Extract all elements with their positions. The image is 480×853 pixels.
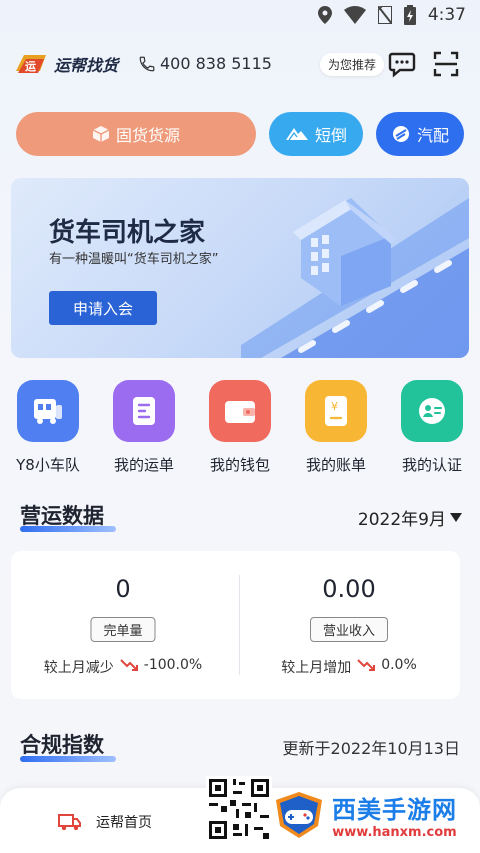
banner-title: 货车司机之家 — [49, 218, 206, 248]
revenue-compare: 较上月增加 0.0% — [237, 657, 461, 677]
operations-title: 营运数据 — [20, 504, 104, 528]
quick-label: 我的账单 — [305, 456, 366, 474]
quick-icon-bg — [17, 380, 79, 442]
hotline-number: 400 838 5115 — [160, 54, 272, 73]
id-card-icon — [419, 398, 445, 424]
cargo-source-label: 固货货源 — [115, 126, 180, 145]
revenue-tag: 营业收入 — [309, 617, 389, 642]
qr-code — [206, 776, 272, 842]
quick-icon-bg — [113, 380, 175, 442]
hotline[interactable]: 400 838 5115 — [138, 54, 272, 73]
month-selector[interactable]: 2022年9月 — [358, 505, 462, 530]
auto-parts-button[interactable]: 汽配 — [376, 112, 464, 156]
compare-value: -100.0% — [143, 657, 203, 673]
completed-orders-stat: 0 完单量 较上月减少 -100.0% — [11, 551, 235, 699]
compare-value: 0.0% — [381, 657, 417, 673]
battery-icon — [403, 5, 416, 25]
month-value: 2022年9月 — [357, 510, 446, 530]
logo-mark-icon: 运 — [16, 55, 46, 73]
apply-membership-button[interactable]: 申请入会 — [49, 291, 157, 325]
quick-item-fleet[interactable]: Y8小车队 — [0, 380, 96, 475]
completed-value: 0 — [115, 575, 131, 603]
app-logo: 运 运帮找货 — [14, 52, 118, 76]
truck-fleet-icon — [34, 399, 62, 424]
promo-banner[interactable]: 货车司机之家 有一种温暖叫“货车司机之家” 申请入会 — [11, 178, 469, 358]
waybill-icon — [133, 397, 155, 425]
auto-parts-label: 汽配 — [416, 126, 449, 145]
truck-icon — [58, 814, 81, 831]
box-icon — [92, 126, 110, 142]
quick-label: 我的运单 — [113, 456, 174, 474]
wifi-icon — [343, 6, 366, 24]
quick-item-wallet[interactable]: 我的钱包 — [192, 380, 288, 475]
status-icons: 4:37 — [317, 5, 466, 25]
bill-icon: ¥ — [325, 396, 347, 426]
compare-label: 较上月增加 — [281, 660, 352, 676]
scan-icon[interactable] — [432, 50, 460, 78]
short-haul-button[interactable]: 短倒 — [269, 112, 363, 156]
operations-card: 0 完单量 较上月减少 -100.0% 0.00 营业收入 较上月增加 0.0% — [11, 551, 460, 699]
auto-parts-icon — [392, 126, 409, 142]
gamepad-shield-icon — [276, 792, 322, 838]
watermark-title: 西美手游网 — [332, 796, 457, 824]
status-bar: 4:37 — [0, 0, 480, 34]
house-road-illustration — [241, 198, 469, 358]
completed-tag: 完单量 — [90, 617, 156, 642]
location-icon — [317, 6, 332, 24]
trend-down-icon — [357, 659, 376, 671]
recommend-button[interactable]: 为您推荐 — [320, 53, 385, 76]
watermark: 西美手游网 www.hanxm.com — [272, 790, 457, 840]
compliance-title: 合规指数 — [20, 733, 104, 757]
svg-text:运: 运 — [25, 60, 36, 73]
quick-item-waybill[interactable]: 我的运单 — [96, 380, 192, 475]
quick-icon-bg: ¥ — [305, 380, 367, 442]
logo-text: 运帮找货 — [54, 56, 119, 75]
revenue-value: 0.00 — [322, 575, 376, 603]
svg-text:¥: ¥ — [331, 400, 338, 413]
completed-compare: 较上月减少 -100.0% — [11, 657, 235, 677]
short-haul-label: 短倒 — [314, 126, 347, 145]
quick-item-bill[interactable]: ¥ 我的账单 — [288, 380, 384, 475]
status-time: 4:37 — [427, 5, 466, 25]
quick-label: 我的认证 — [401, 456, 462, 474]
top-header: 运 运帮找货 400 838 5115 为您推荐 — [14, 48, 466, 82]
wallet-icon — [225, 401, 255, 423]
cargo-source-button[interactable]: 固货货源 — [16, 112, 256, 156]
watermark-url: www.hanxm.com — [332, 825, 457, 840]
nav-home-label: 运帮首页 — [96, 815, 152, 831]
quick-icon-bg — [401, 380, 463, 442]
no-sim-icon — [377, 6, 392, 24]
quick-label: Y8小车队 — [16, 456, 80, 474]
message-icon[interactable] — [388, 50, 416, 78]
revenue-stat: 0.00 营业收入 较上月增加 0.0% — [237, 551, 461, 699]
quick-item-certification[interactable]: 我的认证 — [384, 380, 480, 475]
phone-icon — [139, 56, 155, 71]
compare-label: 较上月减少 — [43, 660, 114, 676]
trend-down-icon — [120, 659, 138, 671]
caret-down-icon — [450, 512, 462, 522]
quick-label: 我的钱包 — [209, 456, 270, 474]
short-haul-icon — [285, 128, 308, 141]
quick-icon-bg — [209, 380, 271, 442]
quick-menu: Y8小车队 我的运单 我的钱包 ¥ 我的账单 我的认证 — [0, 380, 480, 475]
banner-subtitle: 有一种温暖叫“货车司机之家” — [49, 252, 219, 267]
compliance-updated: 更新于2022年10月13日 — [282, 739, 460, 758]
nav-home[interactable]: 运帮首页 — [58, 812, 152, 832]
